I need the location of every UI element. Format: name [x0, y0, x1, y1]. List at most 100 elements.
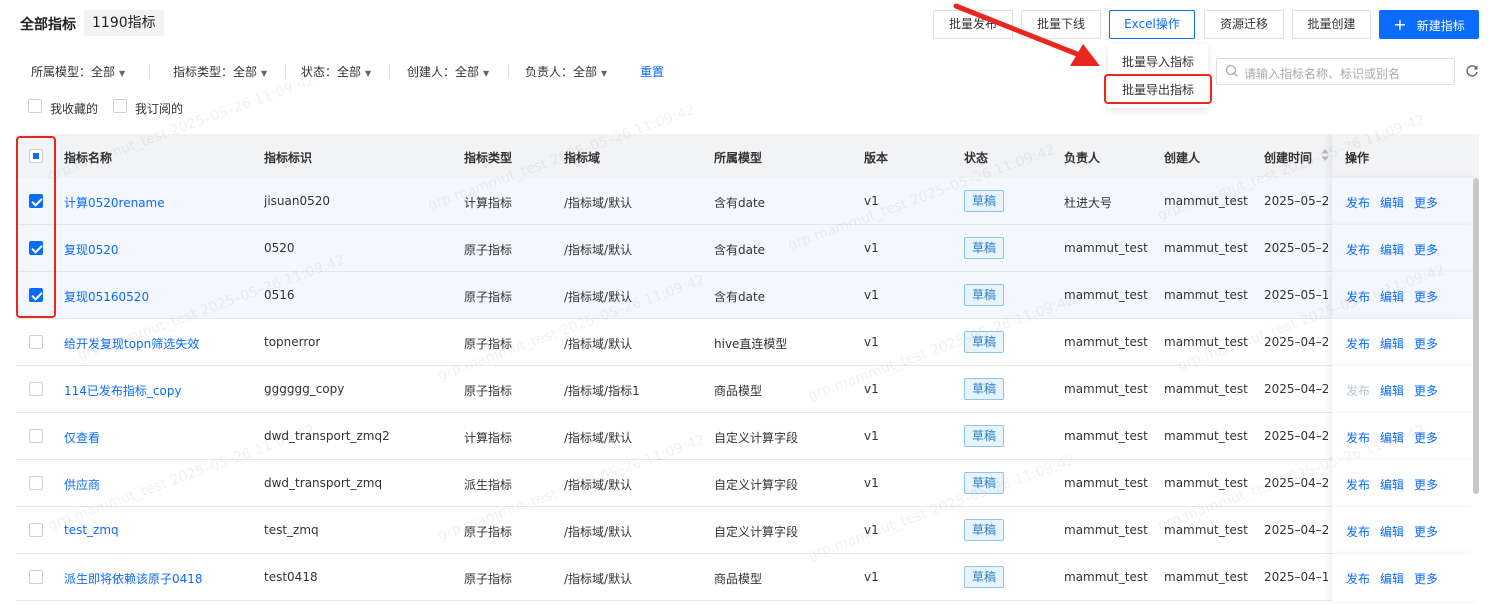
metric-identifier: jisuan0520 — [264, 194, 331, 208]
status-badge: 草稿 — [964, 472, 1005, 494]
subscribed-label: 我订阅的 — [135, 102, 184, 116]
metric-name-link[interactable]: 给开发复现topn筛选失效 — [64, 335, 199, 352]
more-action-link[interactable]: 更多 — [1414, 194, 1438, 211]
column-header-identifier: 指标标识 — [264, 151, 313, 165]
batch-create-button[interactable]: 批量创建 — [1292, 10, 1371, 39]
metric-type: 原子指标 — [464, 572, 513, 586]
row-actions: 发布 编辑 更多 — [1332, 319, 1479, 366]
more-action-link[interactable]: 更多 — [1414, 241, 1438, 258]
metric-creator: mammut_test — [1164, 476, 1248, 490]
publish-action-link[interactable]: 发布 — [1346, 194, 1370, 211]
status-badge: 草稿 — [964, 378, 1005, 400]
search-input[interactable]: 请输入指标名称、标识或别名 — [1216, 58, 1455, 85]
more-action-link[interactable]: 更多 — [1414, 382, 1438, 399]
table-row: 仅查看 dwd_transport_zmq2 计算指标/指标域/默认 自定义计算字段 v… — [16, 413, 1479, 460]
metric-identifier: dwd_transport_zmq — [264, 476, 383, 490]
publish-action-link[interactable]: 发布 — [1346, 570, 1370, 587]
filter-model[interactable]: 所属模型：全部 ▼ — [31, 63, 125, 80]
sort-icon[interactable] — [1321, 148, 1329, 162]
publish-action-link: 发布 — [1346, 384, 1371, 398]
edit-action-link[interactable]: 编辑 — [1380, 382, 1404, 399]
edit-action-link[interactable]: 编辑 — [1380, 194, 1404, 211]
row-checkbox[interactable] — [29, 429, 43, 443]
metric-type: 原子指标 — [464, 243, 513, 257]
edit-action-link[interactable]: 编辑 — [1380, 570, 1404, 587]
new-metric-button[interactable]: + 新建指标 — [1379, 10, 1479, 39]
plus-icon: + — [1393, 15, 1407, 34]
search-icon — [1225, 64, 1238, 77]
metric-model: 自定义计算字段 — [714, 431, 799, 445]
publish-action-link[interactable]: 发布 — [1346, 429, 1370, 446]
edit-action-link[interactable]: 编辑 — [1380, 288, 1404, 305]
metric-domain: /指标域/指标1 — [564, 384, 640, 398]
metric-type: 原子指标 — [464, 525, 513, 539]
metric-name-link[interactable]: 计算0520rename — [64, 194, 165, 211]
favorited-checkbox[interactable] — [28, 99, 42, 113]
more-action-link[interactable]: 更多 — [1414, 429, 1438, 446]
metric-domain: /指标域/默认 — [564, 290, 633, 304]
vertical-scrollbar[interactable] — [1473, 178, 1479, 494]
edit-action-link[interactable]: 编辑 — [1380, 429, 1404, 446]
column-header-created[interactable]: 创建时间 — [1264, 149, 1312, 166]
refresh-icon[interactable] — [1465, 64, 1479, 78]
column-header-creator: 创建人 — [1164, 151, 1201, 165]
filter-status[interactable]: 状态：全部 ▼ — [301, 63, 371, 80]
metric-model: 含有date — [714, 290, 766, 304]
metric-name-link[interactable]: 复现05160520 — [64, 288, 149, 305]
filter-divider — [285, 64, 286, 78]
more-action-link[interactable]: 更多 — [1414, 523, 1438, 540]
metric-name-link[interactable]: 仅查看 — [64, 429, 100, 446]
caret-down-icon: ▼ — [261, 69, 268, 78]
metric-name-link[interactable]: 复现0520 — [64, 241, 119, 258]
metric-version: v1 — [864, 570, 879, 584]
filter-divider — [389, 64, 390, 78]
column-header-model: 所属模型 — [714, 151, 763, 165]
metric-creator: mammut_test — [1164, 288, 1248, 302]
metric-model: 含有date — [714, 196, 766, 210]
metric-owner: mammut_test — [1064, 288, 1148, 302]
edit-action-link[interactable]: 编辑 — [1380, 476, 1404, 493]
metric-model: 商品模型 — [714, 384, 763, 398]
metrics-table: 指标名称 指标标识 指标类型 指标域 所属模型 版本 状态 负责人 创建人 创建… — [16, 134, 1479, 604]
reset-filters-link[interactable]: 重置 — [640, 63, 664, 80]
edit-action-link[interactable]: 编辑 — [1380, 335, 1404, 352]
row-checkbox[interactable] — [29, 570, 43, 584]
metric-name-link[interactable]: 供应商 — [64, 476, 100, 493]
publish-action-link[interactable]: 发布 — [1346, 523, 1370, 540]
filter-metric-type[interactable]: 指标类型：全部 ▼ — [173, 63, 267, 80]
row-checkbox[interactable] — [29, 382, 43, 396]
more-action-link[interactable]: 更多 — [1414, 476, 1438, 493]
status-badge: 草稿 — [964, 284, 1005, 306]
metric-version: v1 — [864, 335, 879, 349]
row-actions: 发布 编辑 更多 — [1332, 272, 1479, 319]
more-action-link[interactable]: 更多 — [1414, 288, 1438, 305]
filter-creator[interactable]: 创建人：全部 ▼ — [407, 63, 489, 80]
edit-action-link[interactable]: 编辑 — [1380, 523, 1404, 540]
more-action-link[interactable]: 更多 — [1414, 335, 1438, 352]
row-checkbox[interactable] — [29, 335, 43, 349]
new-metric-label: 新建指标 — [1416, 19, 1465, 33]
table-header: 指标名称 指标标识 指标类型 指标域 所属模型 版本 状态 负责人 创建人 创建… — [16, 134, 1479, 178]
resource-migrate-button[interactable]: 资源迁移 — [1204, 10, 1284, 39]
metric-identifier: 0516 — [264, 288, 295, 302]
publish-action-link[interactable]: 发布 — [1346, 476, 1370, 493]
excel-operations-button[interactable]: Excel操作 — [1109, 10, 1195, 39]
row-checkbox[interactable] — [29, 523, 43, 537]
subscribed-checkbox[interactable] — [113, 99, 127, 113]
metric-name-link[interactable]: test_zmq — [64, 523, 119, 537]
caret-down-icon: ▼ — [119, 69, 126, 78]
metric-created-time: 2025–05–16 — [1264, 288, 1328, 302]
column-header-name: 指标名称 — [64, 151, 113, 165]
metric-domain: /指标域/默认 — [564, 525, 633, 539]
edit-action-link[interactable]: 编辑 — [1380, 241, 1404, 258]
filter-divider — [508, 64, 509, 78]
filter-owner[interactable]: 负责人：全部 ▼ — [525, 63, 607, 80]
metric-version: v1 — [864, 241, 879, 255]
metric-name-link[interactable]: 派生即将依赖该原子0418 — [64, 570, 203, 587]
publish-action-link[interactable]: 发布 — [1346, 335, 1370, 352]
more-action-link[interactable]: 更多 — [1414, 570, 1438, 587]
publish-action-link[interactable]: 发布 — [1346, 241, 1370, 258]
metric-name-link[interactable]: 114已发布指标_copy — [64, 382, 182, 399]
publish-action-link[interactable]: 发布 — [1346, 288, 1370, 305]
row-checkbox[interactable] — [29, 476, 43, 490]
